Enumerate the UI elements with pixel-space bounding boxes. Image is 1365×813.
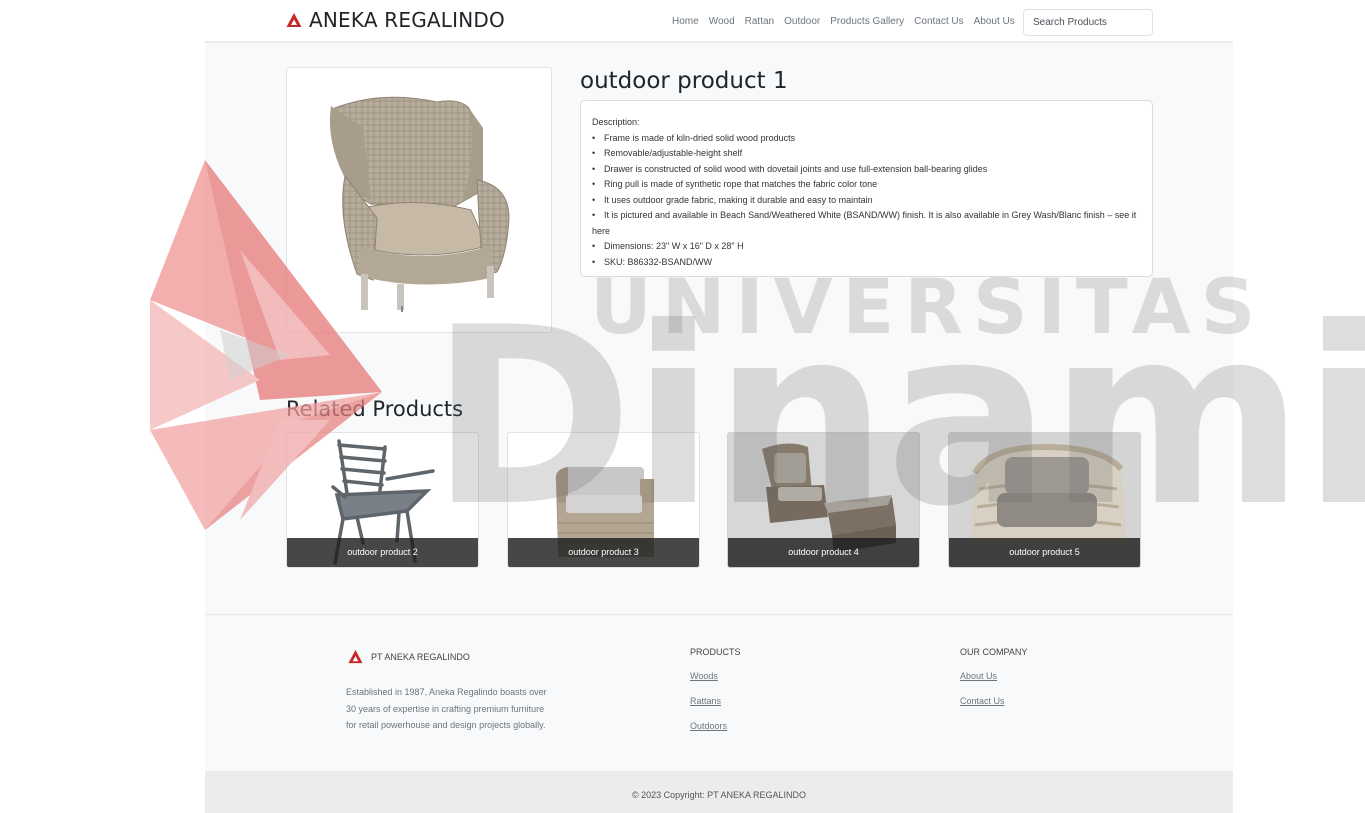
description-bullet: Ring pull is made of synthetic rope that… — [592, 177, 1141, 193]
footer-link-contact-us[interactable]: Contact Us — [960, 696, 1027, 706]
related-product-card[interactable]: outdoor product 5 — [948, 432, 1141, 568]
nav-wood[interactable]: Wood — [709, 16, 735, 27]
brand-name: ANEKA REGALINDO — [309, 8, 505, 32]
nav-contact-us[interactable]: Contact Us — [914, 16, 963, 27]
description-heading: Description: — [592, 117, 640, 127]
related-product-card[interactable]: outdoor product 4 — [727, 432, 920, 568]
nav-products-gallery[interactable]: Products Gallery — [830, 16, 904, 27]
related-product-label: outdoor product 2 — [287, 538, 478, 567]
triangle-logo-icon — [286, 13, 302, 27]
description-bullet: Drawer is constructed of solid wood with… — [592, 162, 1141, 178]
related-product-card[interactable]: outdoor product 2 — [286, 432, 479, 568]
product-description: Description: Frame is made of kiln-dried… — [580, 100, 1153, 277]
related-product-label: outdoor product 5 — [949, 538, 1140, 567]
footer-divider — [205, 614, 1233, 615]
related-product-label: outdoor product 4 — [728, 538, 919, 567]
product-image — [286, 67, 552, 333]
nav-home[interactable]: Home — [672, 16, 699, 27]
triangle-logo-icon — [348, 649, 363, 664]
footer-products-column: PRODUCTS Woods Rattans Outdoors — [690, 647, 741, 746]
footer-company-name: PT ANEKA REGALINDO — [371, 651, 470, 662]
description-list: Frame is made of kiln-dried solid wood p… — [592, 131, 1141, 271]
footer-about-text: Established in 1987, Aneka Regalindo boa… — [346, 687, 547, 730]
search-input[interactable] — [1023, 9, 1153, 36]
description-bullet: Frame is made of kiln-dried solid wood p… — [592, 131, 1141, 147]
footer-company-heading: OUR COMPANY — [960, 647, 1028, 657]
footer-link-woods[interactable]: Woods — [690, 671, 741, 681]
description-bullet: It is pictured and available in Beach Sa… — [592, 208, 1141, 239]
description-bullet: Dimensions: 23" W x 16" D x 28" H — [592, 239, 1141, 255]
brand-logo[interactable]: ANEKA REGALINDO — [286, 8, 505, 32]
footer-link-outdoors[interactable]: Outdoors — [690, 721, 741, 731]
main-nav: Home Wood Rattan Outdoor Products Galler… — [672, 16, 1015, 27]
description-bullet: SKU: B86332-BSAND/WW — [592, 255, 1141, 271]
nav-outdoor[interactable]: Outdoor — [784, 16, 820, 27]
wicker-armchair-image — [329, 96, 510, 312]
description-bullet: It uses outdoor grade fabric, making it … — [592, 193, 1141, 209]
footer-products-heading: PRODUCTS — [690, 647, 741, 657]
product-title: outdoor product 1 — [580, 68, 788, 94]
copyright-bar: © 2023 Copyright: PT ANEKA REGALINDO — [205, 771, 1233, 813]
nav-about-us[interactable]: About Us — [974, 16, 1015, 27]
nav-rattan[interactable]: Rattan — [745, 16, 774, 27]
related-product-card[interactable]: outdoor product 3 — [507, 432, 700, 568]
related-product-label: outdoor product 3 — [508, 538, 699, 567]
footer-company-column: OUR COMPANY About Us Contact Us — [960, 647, 1027, 721]
related-products-title: Related Products — [286, 397, 464, 421]
footer-link-about-us[interactable]: About Us — [960, 671, 1027, 681]
footer-brand: PT ANEKA REGALINDO — [348, 649, 470, 664]
footer-link-rattans[interactable]: Rattans — [690, 696, 741, 706]
description-bullet: Removable/adjustable-height shelf — [592, 146, 1141, 162]
